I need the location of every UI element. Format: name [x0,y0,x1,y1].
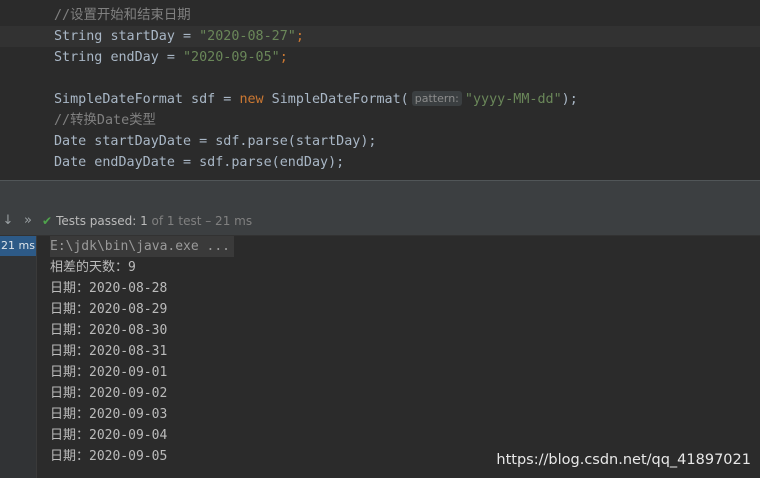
output-line: 日期：2020-09-03 [50,407,168,422]
test-status: ✔ Tests passed: 1 of 1 test – 21 ms [42,213,252,229]
code-line[interactable]: Date endDayDate = sdf.parse(endDay); [0,152,760,173]
code-line[interactable]: SimpleDateFormat sdf = new SimpleDateFor… [0,89,760,110]
output-line: 日期：2020-08-29 [50,302,168,317]
watermark: https://blog.csdn.net/qq_41897021 [496,452,751,468]
call-close: ); [561,92,578,107]
code-editor[interactable]: //设置开始和结束日期 String startDay = "2020-08-2… [0,0,760,180]
test-tree-gutter: 21 ms [0,236,37,478]
output-line: 日期：2020-09-01 [50,365,168,380]
output-line: 相差的天数：9 [50,260,136,275]
code-comment: //设置开始和结束日期 [54,8,191,23]
string-literal: "2020-09-05" [183,50,280,65]
var-name: endDay [110,50,159,65]
passed-count: 1 [140,214,148,228]
code-line[interactable]: Date startDayDate = sdf.parse(startDay); [0,131,760,152]
parameter-hint: pattern: [411,91,462,106]
status-label: Tests passed: [56,214,141,228]
code-statement: String startDay = "2020-08-27"; [54,26,304,47]
type-keyword: String [54,50,103,65]
output-line: 日期：2020-09-02 [50,386,168,401]
code-statement: SimpleDateFormat sdf = new SimpleDateFor… [54,89,578,110]
string-literal: "yyyy-MM-dd" [464,92,562,107]
output-line: 日期：2020-09-05 [50,449,168,464]
code-line[interactable]: String endDay = "2020-09-05"; [0,47,760,68]
semicolon: ; [295,29,304,44]
panel-splitter[interactable] [0,180,760,208]
status-detail: of 1 test – 21 ms [147,214,253,228]
parameter-hint-colon: : [455,92,459,105]
new-keyword: new [239,92,264,107]
duration-badge[interactable]: 21 ms [0,236,36,256]
code-fragment: SimpleDateFormat sdf = [54,92,240,107]
type-keyword: String [54,29,103,44]
output-line: 日期：2020-09-04 [50,428,168,443]
parameter-hint-label: pattern [414,92,456,105]
run-toolbar: ↓ » ✔ Tests passed: 1 of 1 test – 21 ms [0,207,760,236]
code-statement: String endDay = "2020-09-05"; [54,47,288,68]
string-literal: "2020-08-27" [199,29,296,44]
check-icon: ✔ [42,214,53,228]
double-chevron-icon[interactable]: » [20,212,36,230]
semicolon: ; [279,50,288,65]
code-line[interactable]: //转换Date类型 [0,110,760,131]
code-statement: Date endDayDate = sdf.parse(endDay); [54,155,345,170]
code-comment: //转换Date类型 [54,113,156,128]
output-line: 日期：2020-08-30 [50,323,168,338]
assign-op: = [174,29,200,44]
output-line: 日期：2020-08-28 [50,281,168,296]
code-line-current[interactable]: String startDay = "2020-08-27"; [0,26,760,47]
constructor-call: SimpleDateFormat( [263,92,409,107]
output-line: 日期：2020-08-31 [50,344,168,359]
arrow-down-icon[interactable]: ↓ [0,212,16,230]
var-name: startDay [110,29,175,44]
command-line[interactable]: E:\jdk\bin\java.exe ... [50,236,235,257]
assign-op: = [158,50,183,65]
code-statement: Date startDayDate = sdf.parse(startDay); [54,134,377,149]
console-output[interactable]: E:\jdk\bin\java.exe ... 相差的天数：9 日期：2020-… [37,236,760,478]
code-line[interactable]: //设置开始和结束日期 [0,5,760,26]
